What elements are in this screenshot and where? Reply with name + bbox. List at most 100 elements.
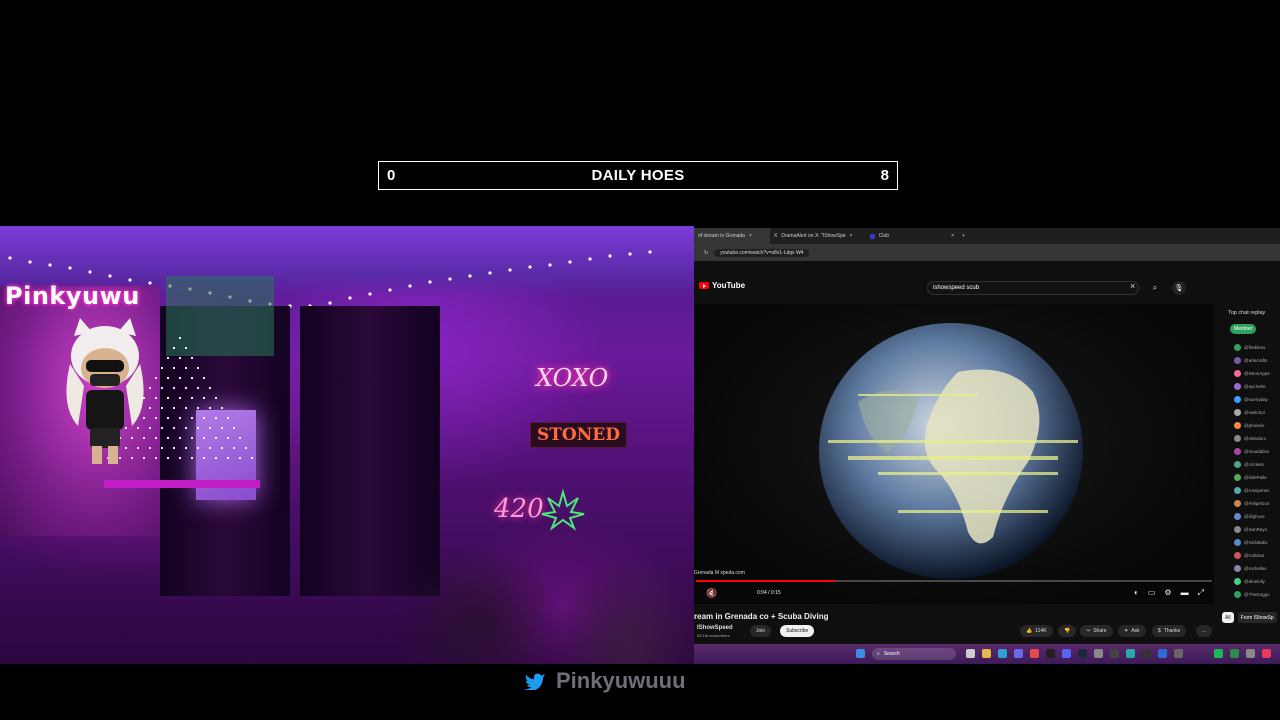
chrome-icon[interactable] bbox=[1030, 649, 1039, 658]
youtube-logo[interactable]: YouTube bbox=[699, 281, 745, 290]
microphone-icon[interactable]: 🎙 bbox=[1172, 281, 1186, 295]
chat-message: @artecrafts bbox=[1234, 357, 1267, 364]
channel-row: IShowSpeed 33.1M subscribers Join Subscr… bbox=[694, 624, 1214, 640]
chat-avatar bbox=[1234, 461, 1241, 468]
chip-from-channel[interactable]: From IShowSp bbox=[1237, 612, 1277, 623]
app-icon[interactable] bbox=[1230, 649, 1239, 658]
chat-message: @phoenix bbox=[1234, 422, 1264, 429]
chat-avatar bbox=[1234, 552, 1241, 559]
volume-icon[interactable]: 🔇 bbox=[706, 588, 717, 599]
channel-name[interactable]: IShowSpeed bbox=[697, 625, 733, 631]
chat-header[interactable]: Top chat replay bbox=[1228, 310, 1265, 316]
tab-label: Club bbox=[878, 233, 890, 239]
tab-dramaalert[interactable]: X DramaAlert on X: "IShowSpe × bbox=[770, 228, 866, 244]
club-favicon-icon bbox=[870, 233, 875, 239]
app-icon[interactable] bbox=[1262, 649, 1271, 658]
tab-club[interactable]: Club × bbox=[866, 228, 958, 244]
chat-avatar bbox=[1234, 487, 1241, 494]
ask-button[interactable]: ✦ Ask bbox=[1118, 625, 1146, 637]
app-icon[interactable] bbox=[1246, 649, 1255, 658]
chat-message: @firebless bbox=[1234, 344, 1265, 351]
tab-bar: of stream in Grenada × X DramaAlert on X: … bbox=[694, 228, 1280, 244]
tab-youtube[interactable]: of stream in Grenada × bbox=[694, 228, 770, 244]
left-score: 0 bbox=[387, 167, 396, 184]
chat-username: @rosejames bbox=[1244, 488, 1270, 493]
windows-start-icon[interactable] bbox=[856, 649, 865, 658]
app-icon[interactable] bbox=[1126, 649, 1135, 658]
progress-bar[interactable] bbox=[696, 580, 1212, 582]
close-icon[interactable]: × bbox=[749, 233, 752, 239]
youtube-play-icon bbox=[699, 282, 709, 289]
chip-all[interactable]: All bbox=[1222, 612, 1234, 623]
autoplay-toggle-icon[interactable]: ◐ bbox=[1134, 588, 1139, 598]
steam-icon[interactable] bbox=[1078, 649, 1087, 658]
new-tab-button[interactable]: + bbox=[958, 228, 969, 244]
chat-message: @NickBaks bbox=[1234, 539, 1267, 546]
chat-username: @dinelolly bbox=[1244, 579, 1265, 584]
dislike-button[interactable]: 👎 bbox=[1058, 625, 1077, 637]
tab-label: of stream in Grenada bbox=[698, 233, 745, 239]
settings-icon[interactable]: ⚙ bbox=[1164, 588, 1171, 598]
thanks-button[interactable]: $ Thanks bbox=[1152, 625, 1187, 637]
taskbar-search[interactable]: ⌕ Search bbox=[872, 648, 956, 660]
search-icon: ⌕ bbox=[877, 651, 880, 657]
like-button[interactable]: 👍 114K bbox=[1020, 625, 1053, 637]
theater-icon[interactable]: ▬ bbox=[1181, 588, 1189, 598]
close-icon[interactable]: × bbox=[951, 233, 954, 239]
subscribe-button[interactable]: Subscribe bbox=[780, 625, 815, 637]
chat-username: @TheDoggo bbox=[1244, 592, 1270, 597]
store-icon[interactable] bbox=[1014, 649, 1023, 658]
app-icon[interactable] bbox=[1110, 649, 1119, 658]
app-icon[interactable] bbox=[1094, 649, 1103, 658]
people-silhouettes bbox=[370, 496, 694, 664]
more-button[interactable]: ... bbox=[1196, 625, 1213, 637]
chat-username: @muadabra bbox=[1244, 449, 1269, 454]
reload-icon[interactable]: ↻ bbox=[704, 250, 708, 256]
video-overlay-text: Grenada M xpeda.com bbox=[694, 570, 745, 576]
discord-icon[interactable] bbox=[1062, 649, 1071, 658]
share-icon: ↪ bbox=[1086, 628, 1091, 634]
twitter-handle: Pinkyuwuuu bbox=[524, 668, 686, 694]
clear-search-icon[interactable]: × bbox=[1130, 281, 1135, 291]
chat-username: @SanRayo bbox=[1244, 527, 1268, 532]
player-controls: 🔇 0:04 / 0:15 ◐ ▭ ⚙ ▬ ⤢ bbox=[694, 586, 1214, 602]
app-icon[interactable] bbox=[1174, 649, 1183, 658]
close-icon[interactable]: × bbox=[850, 233, 853, 239]
chat-avatar bbox=[1234, 565, 1241, 572]
video-player[interactable]: Grenada M xpeda.com 🔇 0:04 / 0:15 ◐ ▭ ⚙ … bbox=[694, 304, 1214, 604]
app-icon[interactable] bbox=[1142, 649, 1151, 658]
chat-username: @silvialoro bbox=[1244, 436, 1267, 441]
chat-username: @artecrafts bbox=[1244, 358, 1268, 363]
time-display: 0:04 / 0:15 bbox=[757, 590, 781, 596]
browser-window: of stream in Grenada × X DramaAlert on X: … bbox=[694, 228, 1280, 664]
neon-xoxo-sign: XOXO bbox=[536, 364, 609, 392]
taskbar-search-label: Search bbox=[883, 651, 900, 657]
chat-message: @rochelles bbox=[1234, 565, 1267, 572]
captions-icon[interactable]: ▭ bbox=[1148, 588, 1156, 598]
chat-filter-tabs: All From IShowSp bbox=[1222, 612, 1280, 624]
like-count: 114K bbox=[1035, 628, 1047, 634]
spotify-icon[interactable] bbox=[1214, 649, 1223, 658]
chat-message: @DeonAppe bbox=[1234, 370, 1270, 377]
obs-icon[interactable] bbox=[1046, 649, 1055, 658]
right-score: 8 bbox=[880, 167, 889, 184]
fullscreen-icon[interactable]: ⤢ bbox=[1198, 588, 1204, 598]
search-input[interactable]: ishowspeed scub bbox=[927, 281, 1139, 295]
join-button[interactable]: Join bbox=[750, 625, 772, 637]
chat-message: @dinelolly bbox=[1234, 578, 1265, 585]
chat-message: @silvialoro bbox=[1234, 435, 1266, 442]
score-bar: 0 DAILY HOES 8 bbox=[378, 161, 898, 190]
chat-username: @FelipeGon bbox=[1244, 501, 1270, 506]
chat-avatar bbox=[1234, 383, 1241, 390]
sparkle-icon: ✦ bbox=[1124, 628, 1129, 634]
thumbs-up-icon: 👍 bbox=[1026, 628, 1033, 634]
app-icon[interactable] bbox=[1158, 649, 1167, 658]
search-icon[interactable]: ⌕ bbox=[1147, 281, 1163, 295]
explorer-icon[interactable] bbox=[982, 649, 991, 658]
chat-avatar bbox=[1234, 591, 1241, 598]
chat-message: @rosejames bbox=[1234, 487, 1269, 494]
url-field[interactable]: youtube.com/watch?v=s8x1-Ldqs W4 bbox=[714, 248, 810, 257]
share-button[interactable]: ↪ Share bbox=[1080, 625, 1113, 637]
edge-icon[interactable] bbox=[998, 649, 1007, 658]
taskview-icon[interactable] bbox=[966, 649, 975, 658]
